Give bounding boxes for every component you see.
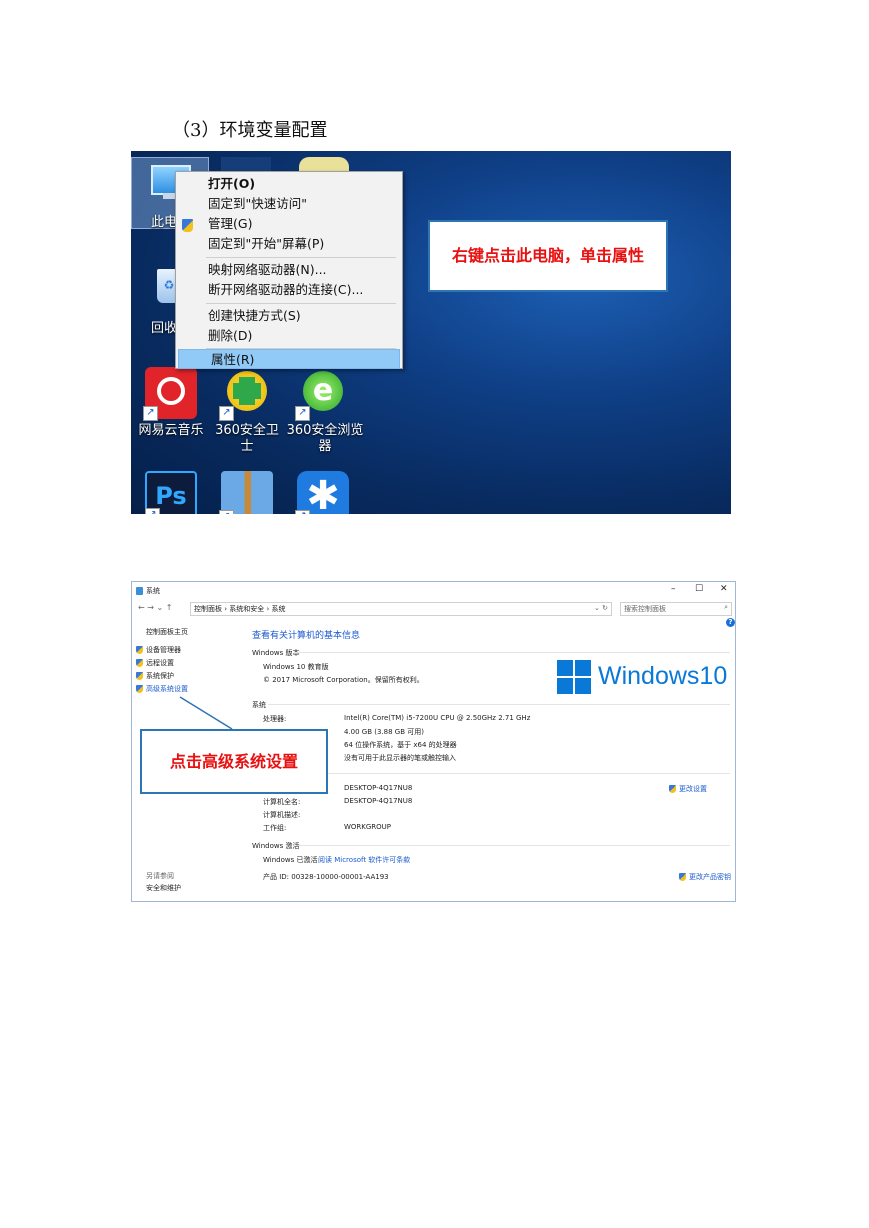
callout-advanced-settings: 点击高级系统设置: [140, 729, 328, 794]
callout-connector: [179, 696, 233, 730]
